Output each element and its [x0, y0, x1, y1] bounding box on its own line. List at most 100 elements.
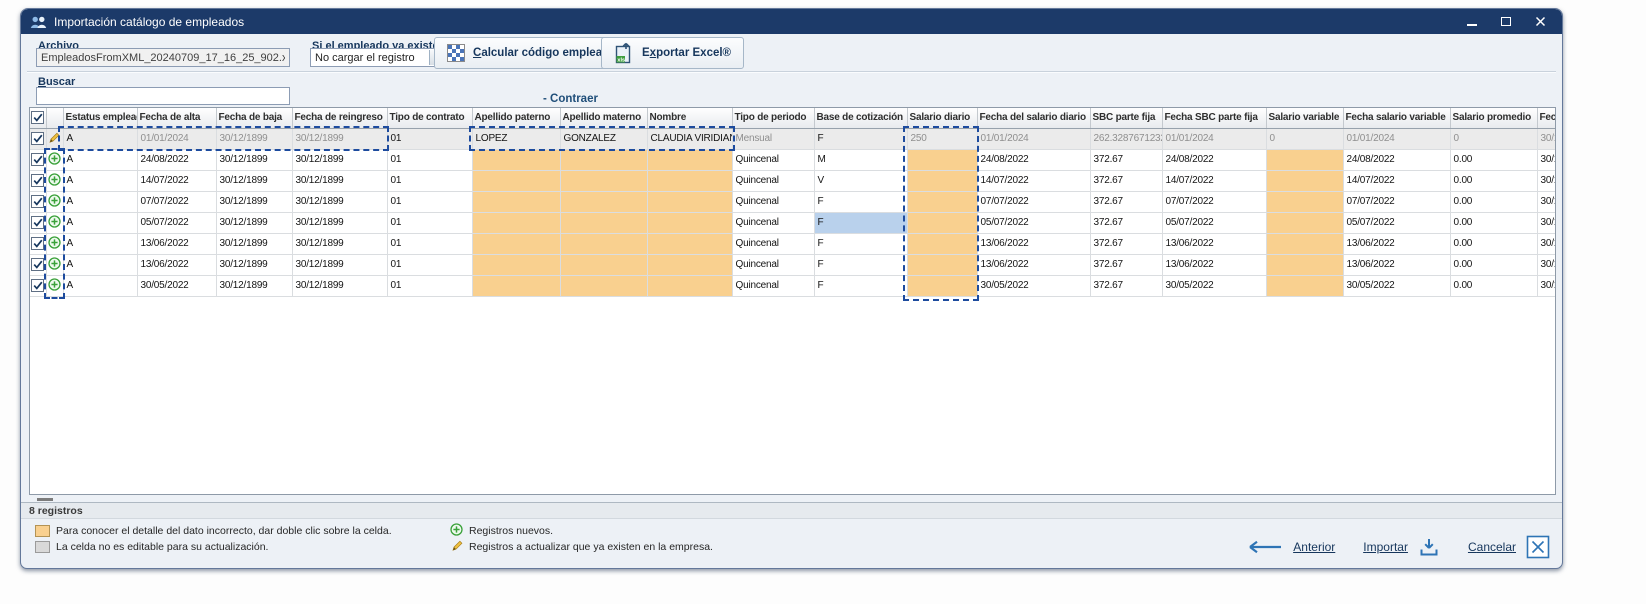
- cell-r6-c9[interactable]: F: [814, 254, 907, 275]
- column-header-10[interactable]: Salario diario: [907, 108, 977, 128]
- column-header-0[interactable]: Estatus empleado: [63, 108, 137, 128]
- cell-r4-c13[interactable]: 05/07/2022: [1162, 212, 1266, 233]
- column-header-8[interactable]: Tipo de periodo: [732, 108, 814, 128]
- cell-r2-c7[interactable]: [647, 170, 732, 191]
- cell-r3-c8[interactable]: Quincenal: [732, 191, 814, 212]
- cell-r1-c1[interactable]: 24/08/2022: [137, 149, 216, 170]
- cell-r0-c1[interactable]: 01/01/2024: [137, 128, 216, 149]
- cell-r5-c15[interactable]: 13/06/2022: [1343, 233, 1450, 254]
- cell-r1-c2[interactable]: 30/12/1899: [216, 149, 292, 170]
- cell-r3-c15[interactable]: 07/07/2022: [1343, 191, 1450, 212]
- row-select-cell[interactable]: [30, 254, 46, 275]
- row-checkbox[interactable]: [31, 195, 44, 208]
- cell-r5-c1[interactable]: 13/06/2022: [137, 233, 216, 254]
- cell-r5-c17[interactable]: 30/1: [1537, 233, 1556, 254]
- column-header-6[interactable]: Apellido materno: [560, 108, 647, 128]
- row-select-cell[interactable]: [30, 233, 46, 254]
- close-button[interactable]: [1528, 13, 1552, 31]
- cell-r7-c16[interactable]: 0.00: [1450, 275, 1537, 296]
- row-select-cell[interactable]: [30, 275, 46, 296]
- cell-r5-c5[interactable]: [472, 233, 560, 254]
- cell-r0-c3[interactable]: 30/12/1899: [292, 128, 387, 149]
- row-select-cell[interactable]: [30, 212, 46, 233]
- cell-r3-c4[interactable]: 01: [387, 191, 472, 212]
- cell-r1-c11[interactable]: 24/08/2022: [977, 149, 1090, 170]
- cell-r3-c17[interactable]: 30/1: [1537, 191, 1556, 212]
- cell-r2-c0[interactable]: A: [63, 170, 137, 191]
- cell-r5-c6[interactable]: [560, 233, 647, 254]
- row-checkbox[interactable]: [31, 174, 44, 187]
- cell-r1-c9[interactable]: M: [814, 149, 907, 170]
- select-all-header[interactable]: [30, 108, 46, 128]
- cell-r1-c15[interactable]: 24/08/2022: [1343, 149, 1450, 170]
- cell-r5-c10[interactable]: [907, 233, 977, 254]
- row-checkbox[interactable]: [31, 153, 44, 166]
- cell-r1-c7[interactable]: [647, 149, 732, 170]
- cell-r5-c8[interactable]: Quincenal: [732, 233, 814, 254]
- row-checkbox[interactable]: [31, 258, 44, 271]
- cell-r7-c0[interactable]: A: [63, 275, 137, 296]
- cell-r4-c11[interactable]: 05/07/2022: [977, 212, 1090, 233]
- cell-r0-c5[interactable]: LOPEZ: [472, 128, 560, 149]
- cell-r3-c3[interactable]: 30/12/1899: [292, 191, 387, 212]
- cell-r7-c4[interactable]: 01: [387, 275, 472, 296]
- column-header-7[interactable]: Nombre: [647, 108, 732, 128]
- row-checkbox[interactable]: [31, 132, 44, 145]
- cell-r7-c13[interactable]: 30/05/2022: [1162, 275, 1266, 296]
- column-header-15[interactable]: Fecha salario variable: [1343, 108, 1450, 128]
- cell-r5-c12[interactable]: 372.67: [1090, 233, 1162, 254]
- cell-r3-c5[interactable]: [472, 191, 560, 212]
- exportar-excel-button[interactable]: xls Exportar Excel®: [601, 37, 744, 69]
- back-arrow-icon[interactable]: [1247, 540, 1283, 554]
- cell-r2-c13[interactable]: 14/07/2022: [1162, 170, 1266, 191]
- cell-r5-c3[interactable]: 30/12/1899: [292, 233, 387, 254]
- cell-r5-c16[interactable]: 0.00: [1450, 233, 1537, 254]
- cell-r3-c6[interactable]: [560, 191, 647, 212]
- cell-r5-c13[interactable]: 13/06/2022: [1162, 233, 1266, 254]
- cell-r7-c9[interactable]: F: [814, 275, 907, 296]
- row-checkbox[interactable]: [31, 237, 44, 250]
- cell-r0-c14[interactable]: 0: [1266, 128, 1343, 149]
- row-select-cell[interactable]: [30, 170, 46, 191]
- cell-r6-c6[interactable]: [560, 254, 647, 275]
- cell-r1-c17[interactable]: 30/1: [1537, 149, 1556, 170]
- cell-r4-c16[interactable]: 0.00: [1450, 212, 1537, 233]
- cell-r2-c6[interactable]: [560, 170, 647, 191]
- cell-r7-c12[interactable]: 372.67: [1090, 275, 1162, 296]
- cell-r6-c14[interactable]: [1266, 254, 1343, 275]
- cell-r1-c0[interactable]: A: [63, 149, 137, 170]
- cell-r7-c15[interactable]: 30/05/2022: [1343, 275, 1450, 296]
- cell-r4-c9[interactable]: F: [814, 212, 907, 233]
- cell-r7-c3[interactable]: 30/12/1899: [292, 275, 387, 296]
- cell-r2-c9[interactable]: V: [814, 170, 907, 191]
- cell-r7-c1[interactable]: 30/05/2022: [137, 275, 216, 296]
- cell-r1-c12[interactable]: 372.67: [1090, 149, 1162, 170]
- cell-r4-c10[interactable]: [907, 212, 977, 233]
- import-icon[interactable]: [1418, 536, 1440, 558]
- cell-r4-c12[interactable]: 372.67: [1090, 212, 1162, 233]
- cell-r2-c2[interactable]: 30/12/1899: [216, 170, 292, 191]
- column-header-13[interactable]: Fecha SBC parte fija: [1162, 108, 1266, 128]
- cell-r0-c9[interactable]: F: [814, 128, 907, 149]
- cell-r6-c12[interactable]: 372.67: [1090, 254, 1162, 275]
- cell-r0-c15[interactable]: 01/01/2024: [1343, 128, 1450, 149]
- cell-r3-c11[interactable]: 07/07/2022: [977, 191, 1090, 212]
- column-header-14[interactable]: Salario variable: [1266, 108, 1343, 128]
- splitter-handle[interactable]: [37, 498, 53, 501]
- cell-r1-c14[interactable]: [1266, 149, 1343, 170]
- cell-r2-c15[interactable]: 14/07/2022: [1343, 170, 1450, 191]
- cell-r2-c8[interactable]: Quincenal: [732, 170, 814, 191]
- cell-r2-c10[interactable]: [907, 170, 977, 191]
- cell-r6-c11[interactable]: 13/06/2022: [977, 254, 1090, 275]
- column-header-12[interactable]: SBC parte fija: [1090, 108, 1162, 128]
- cell-r7-c2[interactable]: 30/12/1899: [216, 275, 292, 296]
- cell-r2-c12[interactable]: 372.67: [1090, 170, 1162, 191]
- cell-r1-c16[interactable]: 0.00: [1450, 149, 1537, 170]
- cell-r4-c4[interactable]: 01: [387, 212, 472, 233]
- column-header-1[interactable]: Fecha de alta: [137, 108, 216, 128]
- cell-r7-c5[interactable]: [472, 275, 560, 296]
- importar-button[interactable]: Importar: [1363, 540, 1408, 554]
- cell-r0-c4[interactable]: 01: [387, 128, 472, 149]
- cell-r6-c5[interactable]: [472, 254, 560, 275]
- cell-r0-c2[interactable]: 30/12/1899: [216, 128, 292, 149]
